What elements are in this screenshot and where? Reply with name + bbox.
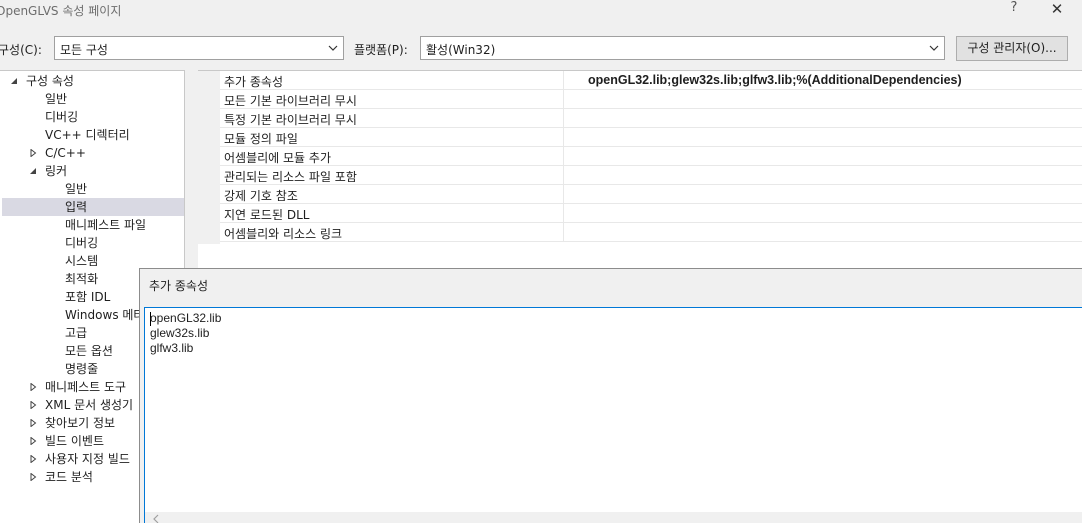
property-name: 특정 기본 라이브러리 무시 xyxy=(224,113,357,127)
expanded-triangle-icon[interactable] xyxy=(29,167,37,175)
tree-item-label: 일반 xyxy=(45,92,68,106)
property-pages-window: OpenGLVS 속성 페이지 ? ✕ 구성(C): 모든 구성 플랫폼(P):… xyxy=(0,0,1082,523)
dependency-line: openGL32.lib xyxy=(150,311,222,325)
tree-item-label: Windows 메타 xyxy=(65,308,145,322)
platform-label: 플랫폼(P): xyxy=(354,43,408,57)
title-bar: OpenGLVS 속성 페이지 ? ✕ xyxy=(0,0,1082,22)
property-name: 모듈 정의 파일 xyxy=(224,132,298,146)
collapsed-triangle-icon[interactable] xyxy=(29,149,37,157)
tree-item-label: 구성 속성 xyxy=(26,74,74,88)
property-name: 모든 기본 라이브러리 무시 xyxy=(224,94,357,108)
tree-item-label: 매니페스트 도구 xyxy=(45,380,127,394)
config-manager-button[interactable]: 구성 관리자(O)... xyxy=(956,36,1068,61)
column-divider xyxy=(563,204,564,223)
column-divider xyxy=(563,166,564,185)
tree-item[interactable]: 디버깅 xyxy=(0,108,184,126)
platform-dropdown[interactable]: 활성(Win32) xyxy=(420,36,945,60)
window-title: OpenGLVS 속성 페이지 xyxy=(0,4,122,18)
property-row[interactable]: 지연 로드된 DLL xyxy=(220,204,1082,223)
tree-item[interactable]: 링커 xyxy=(0,162,184,180)
config-dropdown[interactable]: 모든 구성 xyxy=(54,36,344,60)
tree-item-label: C/C++ xyxy=(45,146,86,160)
property-name: 어셈블리와 리소스 링크 xyxy=(224,227,343,241)
tree-item-label: 최적화 xyxy=(65,272,99,286)
tree-item[interactable]: 구성 속성 xyxy=(0,72,184,90)
tree-item[interactable]: C/C++ xyxy=(0,144,184,162)
collapsed-triangle-icon[interactable] xyxy=(29,383,37,391)
tree-item-label: XML 문서 생성기 xyxy=(45,398,134,412)
property-name: 추가 종속성 xyxy=(224,75,284,89)
dependency-line: glew32s.lib xyxy=(150,326,210,340)
property-row[interactable]: 어셈블리와 리소스 링크 xyxy=(220,223,1082,242)
column-divider xyxy=(563,90,564,109)
tree-item[interactable]: 일반 xyxy=(0,90,184,108)
close-button[interactable]: ✕ xyxy=(1046,0,1068,18)
property-row[interactable]: 특정 기본 라이브러리 무시 xyxy=(220,109,1082,128)
property-row[interactable]: 관리되는 리소스 파일 포함 xyxy=(220,166,1082,185)
column-divider xyxy=(563,71,564,90)
tree-item-label: 포함 IDL xyxy=(65,290,111,304)
property-row[interactable]: 모듈 정의 파일 xyxy=(220,128,1082,147)
property-row[interactable]: 추가 종속성 openGL32.lib;glew32s.lib;glfw3.lib… xyxy=(220,71,1082,90)
property-name: 강제 기호 참조 xyxy=(224,189,298,203)
expanded-triangle-icon[interactable] xyxy=(10,77,18,85)
tree-item-label: 명령줄 xyxy=(65,362,99,376)
collapsed-triangle-icon[interactable] xyxy=(29,437,37,445)
scroll-left-icon[interactable] xyxy=(151,513,161,523)
dependencies-textbox[interactable]: openGL32.lib glew32s.lib glfw3.lib xyxy=(144,307,1082,523)
property-row[interactable]: 어셈블리에 모듈 추가 xyxy=(220,147,1082,166)
column-divider xyxy=(563,223,564,242)
tree-item[interactable]: 매니페스트 파일 xyxy=(0,216,184,234)
property-name: 지연 로드된 DLL xyxy=(224,208,310,222)
collapsed-triangle-icon[interactable] xyxy=(29,401,37,409)
tree-item-label: 고급 xyxy=(65,326,88,340)
platform-value: 활성(Win32) xyxy=(426,43,496,57)
tree-item-label: 매니페스트 파일 xyxy=(65,218,147,232)
tree-item[interactable]: 일반 xyxy=(0,180,184,198)
tree-item-label: 빌드 이벤트 xyxy=(45,434,105,448)
column-divider xyxy=(563,128,564,147)
collapsed-triangle-icon[interactable] xyxy=(29,455,37,463)
property-row[interactable]: 모든 기본 라이브러리 무시 xyxy=(220,90,1082,109)
column-divider xyxy=(563,185,564,204)
tree-item-label: 시스템 xyxy=(65,254,99,268)
config-label: 구성(C): xyxy=(0,43,42,57)
column-divider xyxy=(563,147,564,166)
property-name: 관리되는 리소스 파일 포함 xyxy=(224,170,357,184)
tree-item-label: 디버깅 xyxy=(45,110,79,124)
tree-item-label: 모든 옵션 xyxy=(65,344,113,358)
tree-item-label: 링커 xyxy=(45,164,68,178)
tree-item[interactable]: 디버깅 xyxy=(0,234,184,252)
help-button[interactable]: ? xyxy=(1004,0,1024,18)
tree-item[interactable]: 입력 xyxy=(2,198,184,216)
tree-item-label: 사용자 지정 빌드 xyxy=(45,452,130,466)
chevron-down-icon xyxy=(328,45,338,51)
column-divider xyxy=(563,109,564,128)
additional-dependencies-dialog: 추가 종속성 openGL32.lib glew32s.lib glfw3.lib xyxy=(139,268,1082,523)
property-grid: 추가 종속성 openGL32.lib;glew32s.lib;glfw3.lib… xyxy=(198,70,1082,270)
collapsed-triangle-icon[interactable] xyxy=(29,419,37,427)
tree-item-label: 디버깅 xyxy=(65,236,99,250)
tree-item-label: 찾아보기 정보 xyxy=(45,416,116,430)
grid-gutter xyxy=(198,71,220,244)
tree-item[interactable]: VC++ 디렉터리 xyxy=(0,126,184,144)
collapsed-triangle-icon[interactable] xyxy=(29,473,37,481)
horizontal-scrollbar[interactable] xyxy=(145,512,1082,523)
tree-item-label: 입력 xyxy=(65,200,88,214)
property-name: 어셈블리에 모듈 추가 xyxy=(224,151,331,165)
tree-item-label: 일반 xyxy=(65,182,88,196)
property-row[interactable]: 강제 기호 참조 xyxy=(220,185,1082,204)
dialog-title: 추가 종속성 xyxy=(149,279,209,293)
chevron-down-icon xyxy=(929,45,939,51)
tree-item-label: 코드 분석 xyxy=(45,470,93,484)
property-value[interactable]: openGL32.lib;glew32s.lib;glfw3.lib;%(Add… xyxy=(588,73,962,87)
tree-item-label: VC++ 디렉터리 xyxy=(45,128,130,142)
config-value: 모든 구성 xyxy=(60,43,108,57)
dependency-line: glfw3.lib xyxy=(150,341,194,355)
